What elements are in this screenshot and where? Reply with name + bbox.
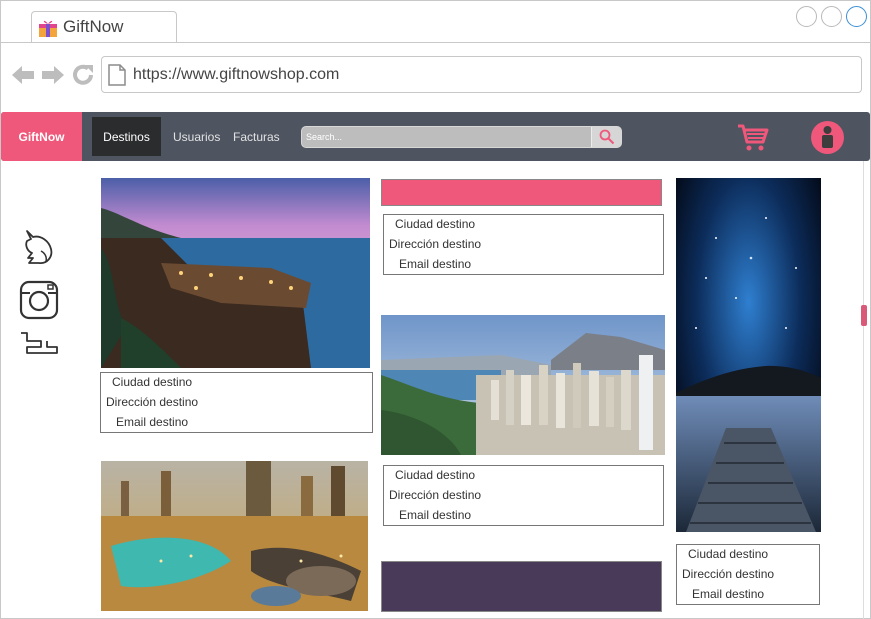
destination-card-2[interactable]: Ciudad destino Dirección destino Email d…	[383, 214, 664, 275]
card-address: Dirección destino	[389, 488, 482, 502]
search-button[interactable]	[591, 127, 621, 147]
instagram-icon[interactable]	[19, 280, 59, 320]
card-city: Ciudad destino	[112, 375, 193, 389]
destination-card-3[interactable]: Ciudad destino Dirección destino Email d…	[383, 465, 664, 526]
user-icon	[822, 126, 833, 148]
brand-logo[interactable]: GiftNow	[1, 112, 82, 161]
accent-banner-pink	[381, 179, 662, 206]
search-box	[301, 126, 622, 148]
scrollbar-thumb[interactable]	[861, 305, 867, 326]
nav-usuarios[interactable]: Usuarios	[173, 130, 220, 144]
cart-icon[interactable]	[737, 121, 769, 153]
destination-image-resort[interactable]	[101, 178, 370, 368]
app-header: GiftNow Destinos Usuarios Facturas	[1, 112, 870, 161]
search-input[interactable]	[306, 127, 588, 147]
nav-facturas[interactable]: Facturas	[233, 130, 280, 144]
maximize-button[interactable]	[821, 6, 842, 27]
card-city: Ciudad destino	[395, 217, 476, 231]
gift-icon	[39, 20, 57, 37]
card-email: Email destino	[399, 508, 472, 522]
accent-banner-purple	[381, 561, 662, 612]
tumblr-icon[interactable]	[19, 327, 59, 367]
card-address: Dirección destino	[389, 237, 482, 251]
card-city: Ciudad destino	[688, 547, 769, 561]
destination-card-4[interactable]: Ciudad destino Dirección destino Email d…	[676, 544, 820, 605]
minimize-button[interactable]	[796, 6, 817, 27]
tab-divider	[1, 42, 871, 43]
card-email: Email destino	[116, 415, 189, 429]
forward-arrow-icon[interactable]	[41, 63, 65, 87]
tab-title: GiftNow	[63, 17, 124, 36]
card-address: Dirección destino	[682, 567, 775, 581]
card-city: Ciudad destino	[395, 468, 476, 482]
browser-tab[interactable]: GiftNow	[31, 11, 177, 43]
page-icon	[108, 64, 126, 86]
destination-image-coastal-city[interactable]	[381, 315, 665, 455]
user-avatar[interactable]	[811, 121, 844, 154]
card-address: Dirección destino	[106, 395, 199, 409]
fox-icon[interactable]	[19, 227, 59, 267]
destination-image-night-pier[interactable]	[676, 178, 821, 532]
scrollbar-track[interactable]	[863, 161, 864, 619]
card-email: Email destino	[399, 257, 472, 271]
close-button[interactable]	[846, 6, 867, 27]
browser-window: GiftNow https://www.giftnowshop.com Gift…	[0, 0, 871, 619]
address-bar[interactable]: https://www.giftnowshop.com	[101, 56, 862, 93]
card-email: Email destino	[692, 587, 765, 601]
nav-destinos[interactable]: Destinos	[92, 117, 161, 156]
destination-image-city-fountain[interactable]	[101, 461, 368, 611]
search-icon	[599, 129, 614, 145]
back-arrow-icon[interactable]	[11, 63, 35, 87]
url-text: https://www.giftnowshop.com	[133, 66, 340, 83]
destination-card-1[interactable]: Ciudad destino Dirección destino Email d…	[100, 372, 373, 433]
reload-icon[interactable]	[71, 63, 95, 87]
